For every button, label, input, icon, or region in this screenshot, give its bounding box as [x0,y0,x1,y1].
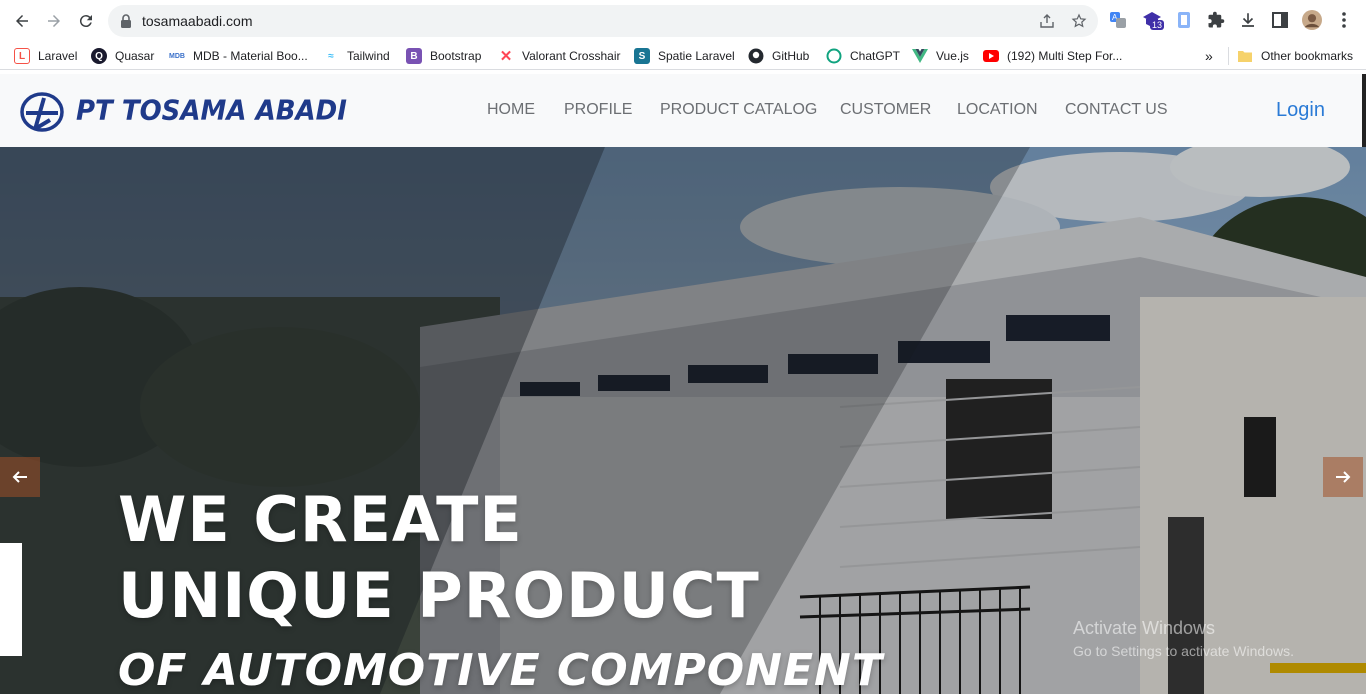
star-icon[interactable] [1071,13,1087,29]
tailwind-icon: ≈ [328,50,334,62]
bookmark-tailwind[interactable]: ≈ Tailwind [323,47,390,65]
bookmark-bootstrap[interactable]: B Bootstrap [406,47,481,65]
more-bookmarks-button[interactable]: » [1205,47,1213,65]
side-panel-icon[interactable] [1270,10,1290,30]
side-tab[interactable] [0,543,22,656]
arrow-right-icon [1336,471,1351,483]
other-bookmarks-label: Other bookmarks [1261,49,1354,63]
profile-avatar[interactable] [1302,10,1322,30]
hero-heading-line-2: UNIQUE PRODUCT [118,559,760,632]
other-bookmarks[interactable]: Other bookmarks [1228,47,1353,65]
bookmark-chatgpt[interactable]: ChatGPT [826,47,900,65]
bookmark-youtube[interactable]: (192) Multi Step For... [983,47,1122,65]
reload-icon[interactable] [74,9,98,33]
company-logo-icon[interactable] [20,92,64,132]
back-icon[interactable] [10,9,34,33]
bookmark-label: Tailwind [347,49,390,63]
nav-product-catalog[interactable]: PRODUCT CATALOG [660,101,817,119]
bookmark-quasar[interactable]: Q Quasar [91,47,154,65]
url-text[interactable]: tosamaabadi.com [142,13,253,29]
bookmark-label: MDB - Material Boo... [193,49,308,63]
bookmark-label: ChatGPT [850,49,901,63]
bookmark-label: Spatie Laravel [658,49,735,63]
vue-icon [912,48,928,64]
forward-icon[interactable] [42,9,66,33]
lock-icon[interactable] [120,14,132,33]
carousel-prev-button[interactable] [0,457,40,497]
bootstrap-icon: B [406,48,422,64]
folder-icon [1237,48,1253,64]
carousel-next-button[interactable] [1323,457,1363,497]
site-navbar: PT TOSAMA ABADI HOME PROFILE PRODUCT CAT… [0,74,1366,147]
bookmark-github[interactable]: GitHub [748,47,809,65]
chatgpt-icon [826,48,842,64]
bookmark-mdb[interactable]: MDB MDB - Material Boo... [169,47,308,65]
share-icon[interactable] [1039,13,1055,29]
bookmark-laravel[interactable]: L Laravel [14,47,77,65]
quasar-icon: Q [91,48,107,64]
extension-badge: 13 [1150,20,1165,30]
bookmark-valorant[interactable]: ✕ Valorant Crosshair [498,47,621,65]
more-menu-icon[interactable] [1334,10,1354,30]
laravel-icon: L [14,48,30,64]
address-bar[interactable]: tosamaabadi.com [108,5,1098,37]
login-link[interactable]: Login [1276,99,1325,122]
company-brand[interactable]: PT TOSAMA ABADI [76,95,347,127]
bookmarks-bar: L Laravel Q Quasar MDB MDB - Material Bo… [0,42,1366,70]
mdb-icon: MDB [169,52,185,60]
nav-contact-us[interactable]: CONTACT US [1065,101,1168,119]
translate-icon[interactable]: A [1108,10,1128,30]
bookmark-vue[interactable]: Vue.js [912,47,969,65]
bookmark-label: Laravel [38,49,78,63]
browser-toolbar: tosamaabadi.com A 13 [0,0,1366,42]
hero-heading-line-3: OF AUTOMOTIVE COMPONENT [118,645,883,694]
github-icon [748,48,764,64]
windows-activation-subtitle: Go to Settings to activate Windows. [1073,643,1294,659]
spatie-icon: S [634,48,650,64]
bookmark-label: Vue.js [936,49,969,63]
puzzle-icon[interactable] [1206,10,1226,30]
school-extension-icon[interactable]: 13 [1142,10,1165,30]
nav-location[interactable]: LOCATION [957,101,1038,119]
windows-activation-title: Activate Windows [1073,618,1216,638]
bookmark-label: (192) Multi Step For... [1007,49,1123,63]
download-icon[interactable] [1238,10,1258,30]
bookmark-label: Bootstrap [430,49,482,63]
valorant-icon: ✕ [499,48,513,65]
bookmark-label: Valorant Crosshair [522,49,621,63]
bookmark-spatie[interactable]: S Spatie Laravel [634,47,735,65]
clipboard-extension-icon[interactable] [1174,10,1194,30]
hero-carousel: WE CREATE UNIQUE PRODUCT OF AUTOMOTIVE C… [0,147,1366,694]
nav-customer[interactable]: CUSTOMER [840,101,931,119]
youtube-icon [983,48,999,64]
hero-heading-line-1: WE CREATE [118,483,523,556]
bookmark-label: GitHub [772,49,810,63]
bookmark-label: Quasar [115,49,155,63]
arrow-left-icon [12,471,27,483]
nav-home[interactable]: HOME [487,101,535,119]
nav-profile[interactable]: PROFILE [564,101,632,119]
